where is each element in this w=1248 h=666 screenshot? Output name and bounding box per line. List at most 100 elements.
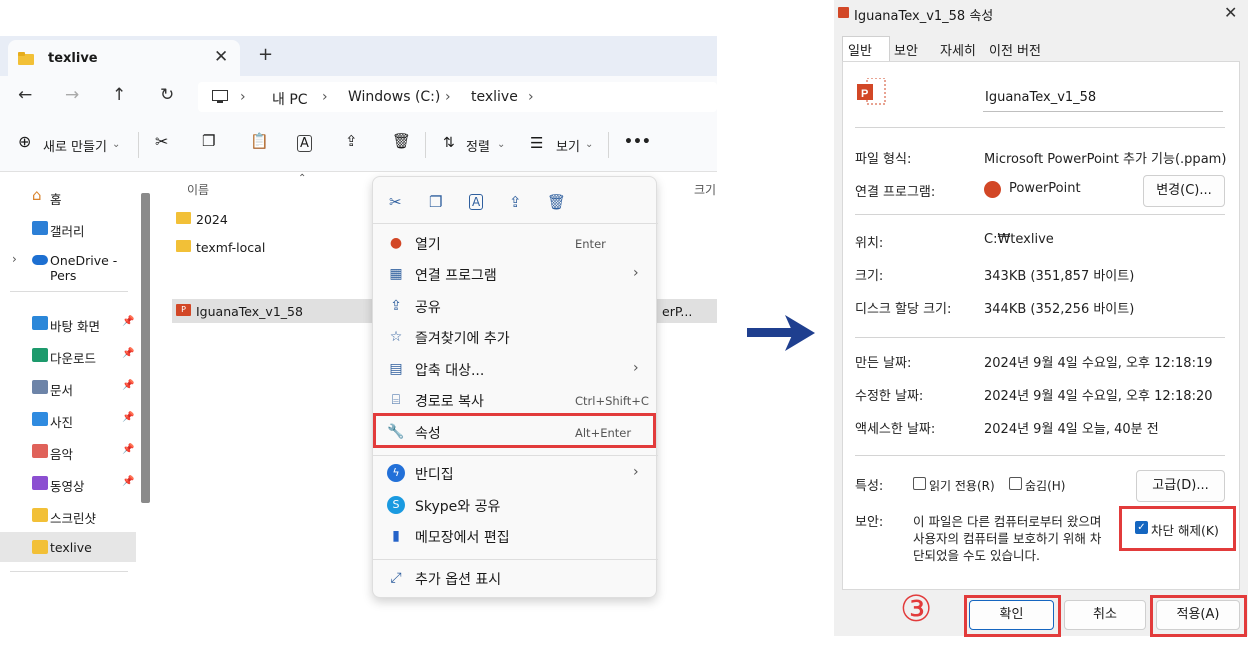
accessed-value: 2024년 9월 4일 오늘, 40분 전: [984, 422, 1159, 437]
nav-label: 사진: [50, 415, 74, 430]
powerpoint-file-icon: [838, 7, 849, 18]
copy-icon[interactable]: ❐: [429, 193, 442, 211]
column-header-size[interactable]: 크기: [694, 181, 716, 198]
up-arrow-icon[interactable]: ↑: [112, 85, 126, 105]
nav-label: 바탕 화면: [50, 319, 100, 334]
pin-icon: 📌: [122, 412, 135, 423]
column-header-name[interactable]: 이름: [187, 181, 209, 198]
filename-value: IguanaTex_v1_58: [985, 90, 1097, 105]
filename-field[interactable]: IguanaTex_v1_58: [983, 84, 1223, 112]
path-icon: ⌸: [391, 392, 401, 408]
copy-icon[interactable]: ❐: [202, 132, 215, 150]
change-button[interactable]: 변경(C)...: [1143, 175, 1225, 207]
menu-shortcut: Ctrl+Shift+C: [575, 394, 649, 408]
address-bar[interactable]: › 내 PC › Windows (C:) › texlive ›: [198, 82, 717, 112]
scrollbar[interactable]: [141, 193, 150, 503]
tab-general[interactable]: 일반: [848, 40, 872, 62]
close-icon[interactable]: ✕: [214, 47, 228, 67]
cut-icon[interactable]: ✂: [389, 193, 402, 211]
plus-circle-icon[interactable]: ⊕: [18, 132, 31, 151]
delete-icon[interactable]: 🗑: [547, 193, 566, 211]
menu-item-add-to-favorites[interactable]: ☆ 즐겨찾기에 추가: [373, 322, 658, 352]
sort-up-icon: ⌃: [298, 173, 307, 184]
nav-item-music[interactable]: 음악 📌: [0, 436, 136, 466]
menu-shortcut: Enter: [575, 237, 606, 251]
menu-item-bandizip[interactable]: ϟ 반디집 ›: [373, 458, 658, 488]
pin-icon: 📌: [122, 380, 135, 391]
modified-label: 수정한 날짜:: [855, 389, 924, 404]
paste-icon[interactable]: 📋: [250, 132, 269, 150]
hidden-checkbox[interactable]: [1009, 477, 1022, 490]
chevron-right-icon: ›: [528, 89, 534, 105]
security-label: 보안:: [855, 515, 884, 530]
readonly-label: 읽기 전용(R): [929, 479, 995, 493]
nav-item-pictures[interactable]: 사진 📌: [0, 404, 136, 434]
opens-with-value: PowerPoint: [1009, 181, 1081, 196]
folder-icon: [32, 540, 48, 554]
menu-item-compress-to[interactable]: ▤ 압축 대상... ›: [373, 354, 658, 384]
new-tab-icon[interactable]: +: [258, 44, 273, 65]
nav-item-videos[interactable]: 동영상 📌: [0, 468, 136, 498]
menu-label: 추가 옵션 표시: [415, 572, 502, 588]
file-type-value: Microsoft PowerPoint 추가 기능(.ppam): [984, 152, 1227, 167]
file-name: texmf-local: [196, 240, 266, 255]
refresh-icon[interactable]: ↻: [160, 85, 174, 105]
chevron-right-icon: ›: [633, 464, 639, 480]
size-label: 크기:: [855, 269, 884, 284]
advanced-button[interactable]: 고급(D)...: [1136, 470, 1225, 502]
share-icon[interactable]: ⇪: [345, 132, 358, 150]
nav-label: 음악: [50, 447, 74, 462]
chevron-right-icon[interactable]: ›: [12, 252, 17, 266]
tab-security[interactable]: 보안: [894, 40, 918, 62]
back-arrow-icon[interactable]: ←: [18, 85, 32, 105]
accessed-label: 액세스한 날짜:: [855, 422, 936, 437]
menu-item-open-with[interactable]: ▦ 연결 프로그램 ›: [373, 259, 658, 289]
cut-icon[interactable]: ✂: [155, 132, 168, 151]
tab-texlive[interactable]: texlive ✕: [8, 40, 240, 76]
sort-button[interactable]: 정렬: [466, 136, 490, 155]
menu-item-edit-notepad[interactable]: ▮ 메모장에서 편집: [373, 521, 658, 551]
nav-label: 갤러리: [50, 224, 85, 239]
attributes-label: 특성:: [855, 479, 884, 494]
menu-label: 즐겨찾기에 추가: [415, 331, 510, 347]
highlight-properties: [373, 413, 656, 448]
skype-icon: S: [387, 496, 405, 514]
tab-details[interactable]: 자세히: [940, 40, 976, 62]
nav-item-gallery[interactable]: 갤러리: [0, 213, 136, 243]
divider: [10, 291, 128, 292]
breadcrumb-texlive[interactable]: texlive: [471, 89, 518, 105]
nav-item-desktop[interactable]: 바탕 화면 📌: [0, 308, 136, 338]
tab-previous-versions[interactable]: 이전 버전: [989, 40, 1041, 62]
menu-item-share-skype[interactable]: S Skype와 공유: [373, 490, 658, 520]
nav-item-documents[interactable]: 문서 📌: [0, 372, 136, 402]
readonly-checkbox[interactable]: [913, 477, 926, 490]
menu-item-show-more-options[interactable]: ⤢ 추가 옵션 표시: [373, 563, 658, 593]
delete-icon[interactable]: 🗑: [392, 132, 411, 150]
nav-label: 문서: [50, 383, 74, 398]
nav-item-downloads[interactable]: 다운로드 📌: [0, 340, 136, 370]
breadcrumb-windows-c[interactable]: Windows (C:): [348, 89, 440, 105]
breadcrumb-mypc[interactable]: 내 PC: [272, 89, 308, 109]
rename-icon[interactable]: A: [469, 194, 484, 210]
cancel-button[interactable]: 취소: [1064, 600, 1146, 630]
menu-item-copy-as-path[interactable]: ⌸ 경로로 복사 Ctrl+Shift+C: [373, 385, 658, 415]
forward-arrow-icon[interactable]: →: [65, 85, 79, 105]
nav-item-texlive[interactable]: texlive: [0, 532, 136, 562]
more-options-button[interactable]: •••: [624, 134, 651, 150]
rename-icon[interactable]: A: [297, 135, 312, 152]
nav-item-home[interactable]: ⌂ 홈: [0, 181, 136, 211]
context-menu: ✂ ❐ A ⇪ 🗑 ● 열기 Enter ▦ 연결 프로그램 › ⇪ 공유 ☆ …: [372, 176, 658, 598]
nav-label: 홈: [50, 192, 62, 207]
close-icon[interactable]: ✕: [1224, 3, 1237, 22]
menu-item-share[interactable]: ⇪ 공유: [373, 291, 658, 321]
pin-icon: 📌: [122, 348, 135, 359]
nav-item-screenshots[interactable]: 스크린샷: [0, 500, 136, 530]
view-button[interactable]: 보기: [556, 136, 580, 155]
bandizip-icon: ϟ: [387, 464, 405, 482]
toolbar-divider: [138, 132, 139, 158]
menu-item-open[interactable]: ● 열기 Enter: [373, 228, 658, 258]
nav-item-onedrive[interactable]: › OneDrive - Pers: [0, 245, 136, 283]
new-button[interactable]: 새로 만들기: [43, 136, 107, 155]
share-icon[interactable]: ⇪: [509, 193, 522, 211]
folder-icon: [176, 212, 191, 224]
